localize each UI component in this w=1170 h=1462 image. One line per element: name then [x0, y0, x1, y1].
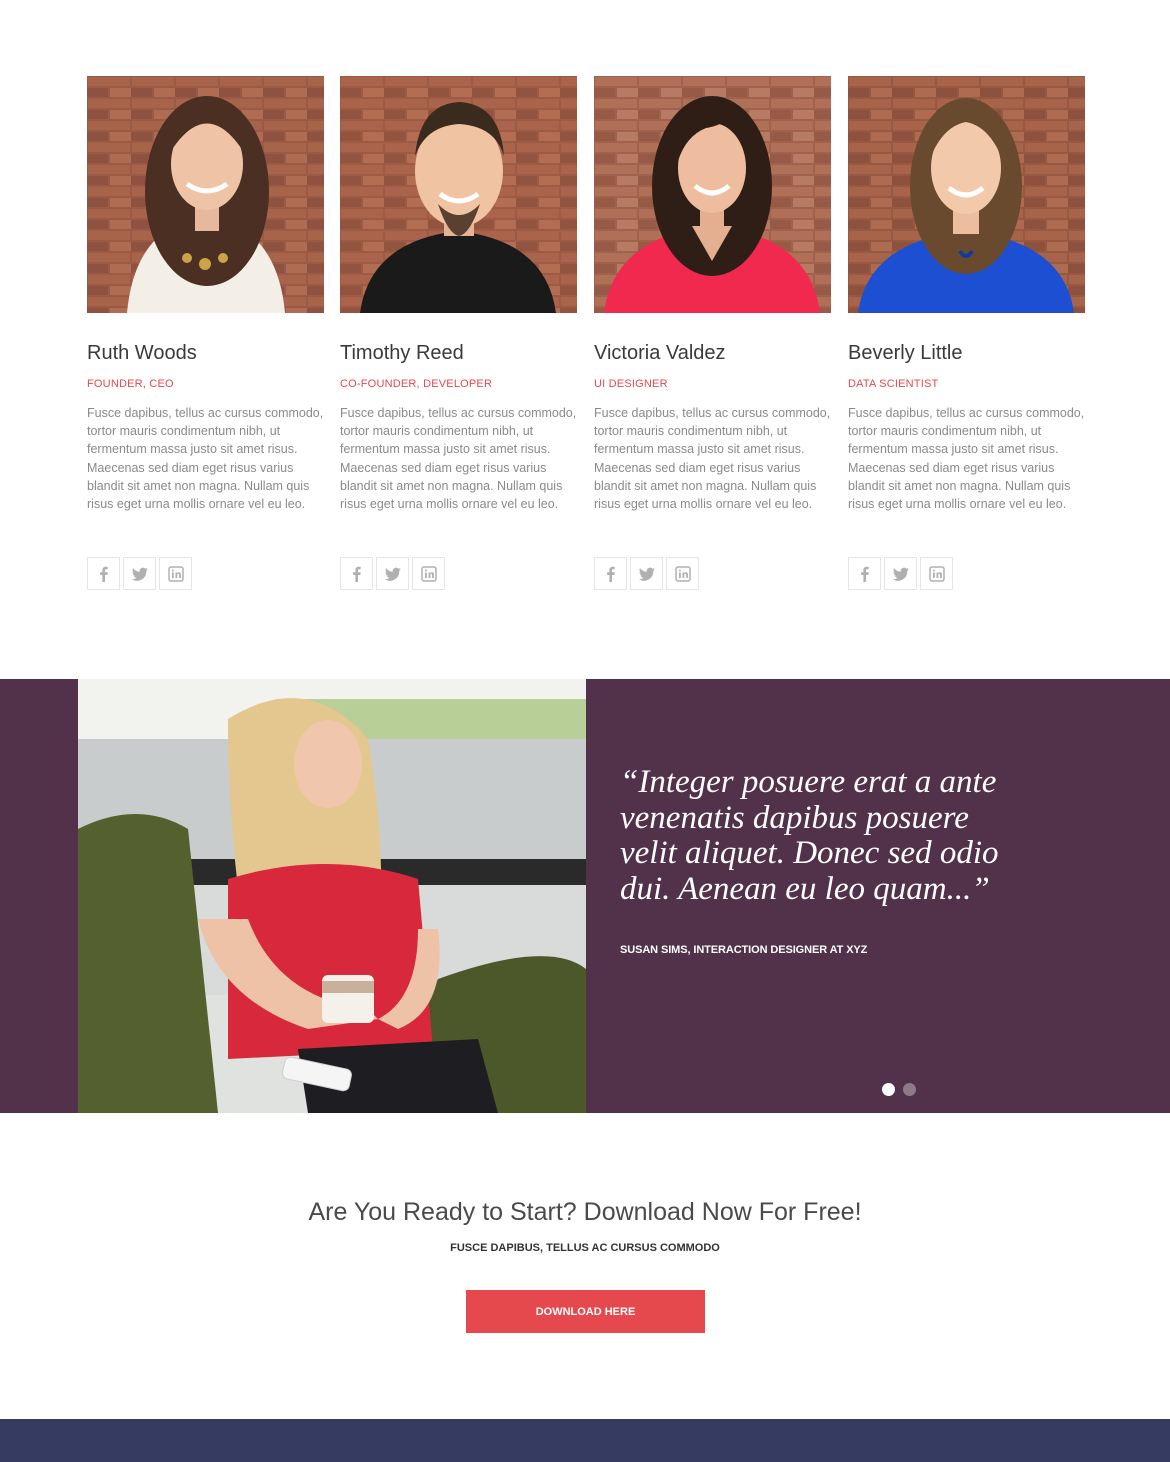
team-member-card: Beverly Little DATA SCIENTIST Fusce dapi…: [848, 76, 1085, 590]
member-role: CO-FOUNDER, DEVELOPER: [340, 378, 493, 390]
twitter-icon: [131, 567, 148, 581]
member-bio: Fusce dapibus, tellus ac cursus commodo,…: [848, 406, 1085, 512]
cta-subtitle: FUSCE DAPIBUS, TELLUS AC CURSUS COMMODO: [450, 1242, 720, 1254]
twitter-link[interactable]: [630, 557, 663, 590]
testimonial-image: [78, 679, 586, 1113]
member-name: Ruth Woods: [87, 342, 197, 364]
member-role: DATA SCIENTIST: [848, 378, 939, 390]
footer-band: [0, 1419, 1170, 1462]
member-name: Beverly Little: [848, 342, 963, 364]
linkedin-icon: [420, 565, 437, 582]
portrait-image: [848, 76, 1085, 313]
twitter-icon: [892, 567, 909, 581]
member-name: Timothy Reed: [340, 342, 464, 364]
twitter-icon: [638, 567, 655, 581]
member-bio: Fusce dapibus, tellus ac cursus commodo,…: [594, 406, 831, 512]
carousel-dot-2[interactable]: [903, 1083, 916, 1096]
facebook-icon: [606, 566, 615, 582]
twitter-link[interactable]: [884, 557, 917, 590]
member-bio: Fusce dapibus, tellus ac cursus commodo,…: [87, 406, 324, 512]
social-links: [594, 557, 699, 590]
facebook-link[interactable]: [848, 557, 881, 590]
testimonial-section: “Integer posuere erat a ante venenatis d…: [0, 679, 1170, 1113]
facebook-link[interactable]: [594, 557, 627, 590]
linkedin-link[interactable]: [666, 557, 699, 590]
testimonial-author: SUSAN SIMS, INTERACTION DESIGNER AT XYZ: [620, 944, 868, 956]
twitter-link[interactable]: [123, 557, 156, 590]
member-photo: [87, 76, 324, 313]
facebook-icon: [860, 566, 869, 582]
team-member-card: Victoria Valdez UI DESIGNER Fusce dapibu…: [594, 76, 831, 590]
facebook-link[interactable]: [87, 557, 120, 590]
cta-title: Are You Ready to Start? Download Now For…: [308, 1198, 862, 1226]
linkedin-link[interactable]: [412, 557, 445, 590]
linkedin-icon: [167, 565, 184, 582]
carousel-dot-1[interactable]: [882, 1083, 895, 1096]
team-member-card: Ruth Woods FOUNDER, CEO Fusce dapibus, t…: [87, 76, 324, 590]
facebook-icon: [99, 566, 108, 582]
twitter-link[interactable]: [376, 557, 409, 590]
social-links: [848, 557, 953, 590]
member-bio: Fusce dapibus, tellus ac cursus commodo,…: [340, 406, 577, 512]
social-links: [87, 557, 192, 590]
linkedin-link[interactable]: [159, 557, 192, 590]
portrait-image: [594, 76, 831, 313]
portrait-image: [87, 76, 324, 313]
member-name: Victoria Valdez: [594, 342, 726, 364]
linkedin-icon: [928, 565, 945, 582]
team-member-card: Timothy Reed CO-FOUNDER, DEVELOPER Fusce…: [340, 76, 577, 590]
download-button[interactable]: DOWNLOAD HERE: [466, 1290, 705, 1333]
linkedin-link[interactable]: [920, 557, 953, 590]
linkedin-icon: [674, 565, 691, 582]
facebook-link[interactable]: [340, 557, 373, 590]
portrait-image: [340, 76, 577, 313]
testimonial-photo: [78, 679, 586, 1113]
team-section: Ruth Woods FOUNDER, CEO Fusce dapibus, t…: [0, 0, 1170, 679]
member-role: UI DESIGNER: [594, 378, 668, 390]
testimonial-quote: “Integer posuere erat a ante venenatis d…: [620, 764, 999, 907]
member-photo: [848, 76, 1085, 313]
facebook-icon: [352, 566, 361, 582]
cta-section: Are You Ready to Start? Download Now For…: [0, 1113, 1170, 1419]
member-photo: [340, 76, 577, 313]
member-role: FOUNDER, CEO: [87, 378, 174, 390]
twitter-icon: [384, 567, 401, 581]
social-links: [340, 557, 445, 590]
carousel-pagination: [882, 1083, 916, 1096]
member-photo: [594, 76, 831, 313]
